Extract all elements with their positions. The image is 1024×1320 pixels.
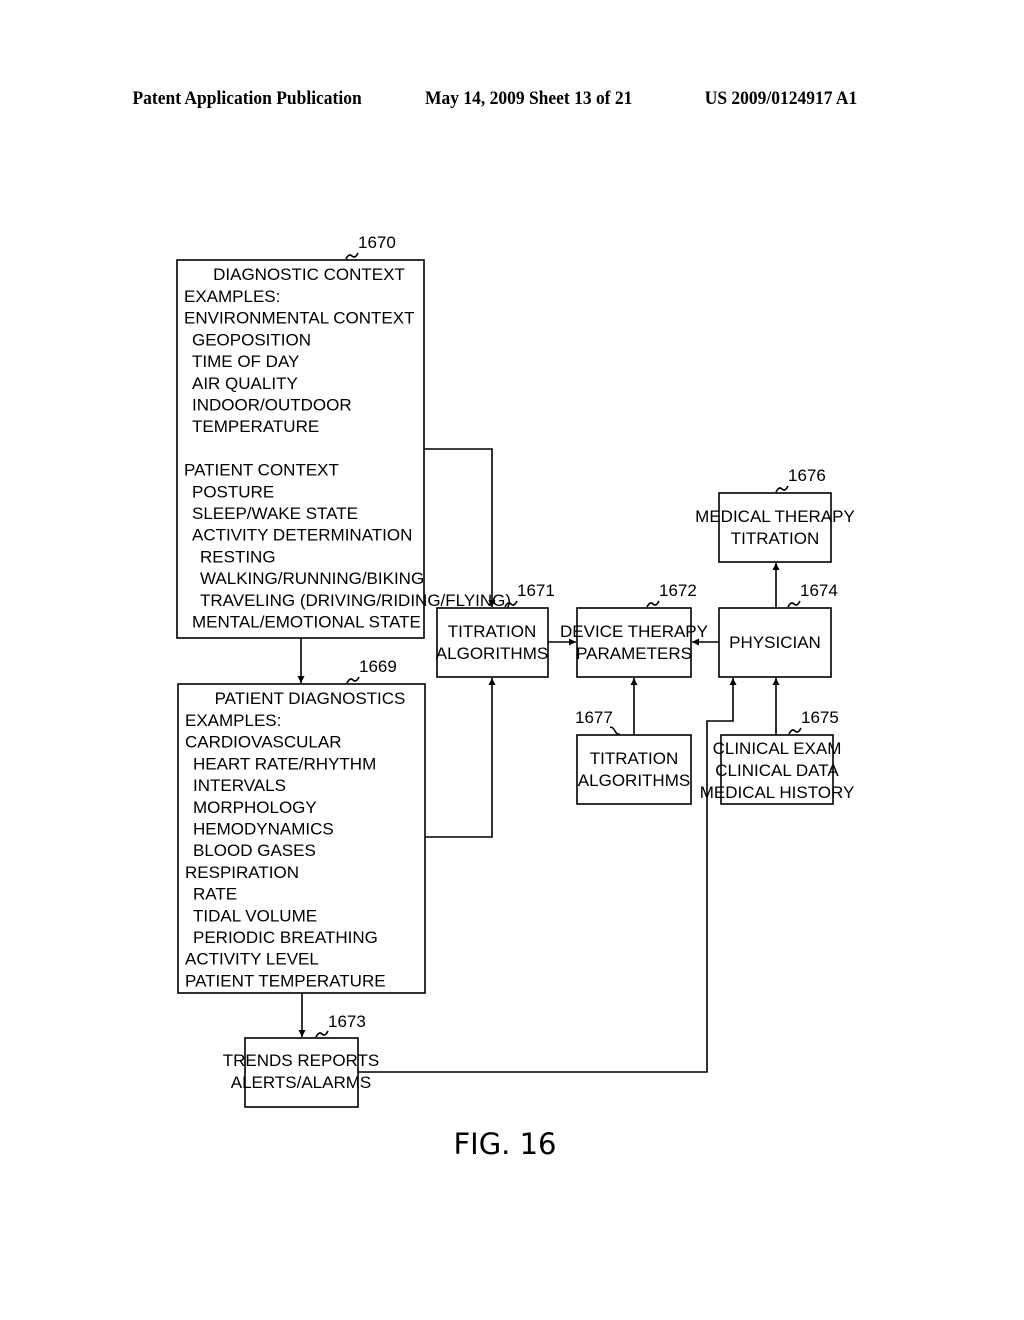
box-diagnostic-context: 1670 DIAGNOSTIC CONTEXT EXAMPLES: ENVIRON… [176,233,511,639]
list-item: SLEEP/WAKE STATE [192,504,358,523]
leader-1669 [346,676,360,684]
ref-1671: 1671 [517,581,555,600]
box-label-line: ALERTS/ALARMS [231,1073,371,1092]
box-title: PATIENT DIAGNOSTICS [215,689,406,708]
leader-1670 [345,252,359,260]
list-item: PATIENT TEMPERATURE [185,971,386,990]
ref-1669: 1669 [359,657,397,676]
leader-1674 [787,600,801,608]
box-medical-therapy-titration: 1676 MEDICAL THERAPY TITRATION [695,466,855,563]
list-item: INTERVALS [193,776,286,795]
ref-1676: 1676 [788,466,826,485]
ref-1677: 1677 [575,708,613,727]
flow-diagram: 1670 DIAGNOSTIC CONTEXT EXAMPLES: ENVIRON… [176,233,855,1161]
box-label-line: TITRATION [731,529,819,548]
list-item: AIR QUALITY [192,374,298,393]
ref-1672: 1672 [659,581,697,600]
box-patient-diagnostics: 1669 PATIENT DIAGNOSTICS EXAMPLES: CARDIO… [177,657,426,994]
list-item: CARDIOVASCULAR [185,733,342,752]
list-item: WALKING/RUNNING/BIKING [200,569,424,588]
list-item: ACTIVITY LEVEL [185,950,319,969]
box-label-line: ALGORITHMS [578,771,690,790]
list-item: GEOPOSITION [192,330,311,349]
leader-1676 [775,485,789,493]
list-item: MENTAL/EMOTIONAL STATE [192,613,421,632]
list-item: TIDAL VOLUME [193,906,317,925]
list-item: PATIENT CONTEXT [184,461,339,480]
box-titration-algorithms-1677: 1677 TITRATION ALGORITHMS [575,708,692,805]
list-item: RESTING [200,547,276,566]
list-item: HEMODYNAMICS [193,820,334,839]
box-clinical-inputs: 1675 CLINICAL EXAM CLINICAL DATA MEDICAL… [700,708,855,805]
figure-label: FIG. 16 [453,1127,556,1161]
box-title: DIAGNOSTIC CONTEXT [213,265,405,284]
box-label-line: TRENDS REPORTS [223,1051,380,1070]
list-item: MORPHOLOGY [193,798,317,817]
box-trends-reports: 1673 TRENDS REPORTS ALERTS/ALARMS [223,1012,380,1108]
list-item: HEART RATE/RHYTHM [193,754,376,773]
box-physician: 1674 PHYSICIAN [718,581,838,678]
ref-1673: 1673 [328,1012,366,1031]
ref-1674: 1674 [800,581,838,600]
leader-1677 [609,726,621,735]
leader-1675 [788,727,802,735]
box-label-line: TITRATION [590,749,678,768]
list-item: INDOOR/OUTDOOR [192,396,352,415]
leader-1673 [315,1030,329,1038]
list-item: TRAVELING (DRIVING/RIDING/FLYING) [200,591,511,610]
list-item: ACTIVITY DETERMINATION [192,526,412,545]
box-label-line: MEDICAL THERAPY [695,507,855,526]
box-label-line: TITRATION [448,622,536,641]
list-item: PERIODIC BREATHING [193,928,378,947]
box-label-line: MEDICAL HISTORY [700,783,855,802]
list-item: POSTURE [192,482,274,501]
ref-1670: 1670 [358,233,396,252]
ref-1675: 1675 [801,708,839,727]
box-label-line: PARAMETERS [576,644,692,663]
box-label-line: CLINICAL EXAM [713,739,842,758]
list-item: EXAMPLES: [184,287,280,306]
arrow-1670-to-1671 [424,448,496,607]
list-item: RATE [193,885,237,904]
box-label-line: ALGORITHMS [436,644,548,663]
box-label-line: CLINICAL DATA [715,761,839,780]
leader-1672 [646,600,660,608]
list-item: EXAMPLES: [185,711,281,730]
box-device-therapy-parameters: 1672 DEVICE THERAPY PARAMETERS [560,581,708,678]
list-item: ENVIRONMENTAL CONTEXT [184,309,414,328]
list-item: TEMPERATURE [192,417,319,436]
list-item: TIME OF DAY [192,352,299,371]
list-item: RESPIRATION [185,863,299,882]
box-label-line: PHYSICIAN [729,633,821,652]
box-label-line: DEVICE THERAPY [560,622,708,641]
list-item: BLOOD GASES [193,841,316,860]
arrow-1669-to-1671 [425,678,496,838]
